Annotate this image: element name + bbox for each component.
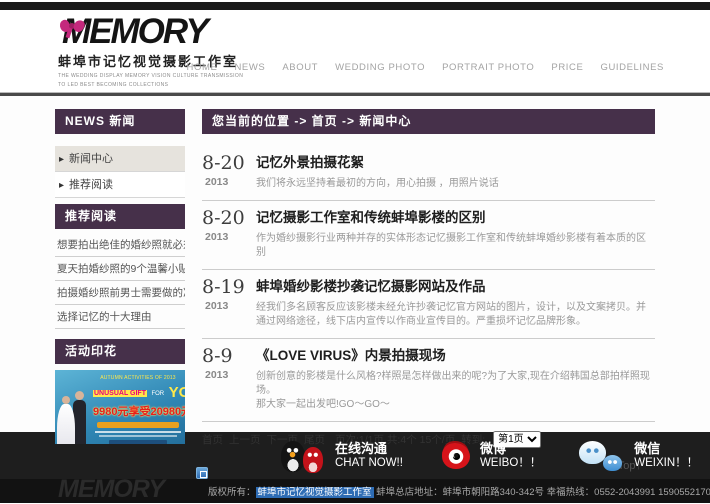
- logo-tagline-1: THE WEDDING DISPLAY MEMORY VISION CULTUR…: [58, 73, 268, 79]
- sidebar-menu-item[interactable]: 新闻中心: [55, 146, 185, 172]
- weibo-icon: [441, 439, 471, 472]
- main-nav: HOME NEWS ABOUT WEDDING PHOTO PORTRAIT PHOTO…: [187, 62, 664, 73]
- logo-tagline-2: TO LED BEST BECOMING COLLECTIONS: [58, 82, 268, 88]
- news-item[interactable]: 8-20 2013 记忆摄影工作室和传统蚌埠影楼的区别 作为婚纱摄影行业两种并存…: [202, 201, 655, 270]
- footer-copyright-bar: MEMORY 版权所有：蚌埠市记忆视觉摄影工作室 蚌埠总店地址：蚌埠市朝阳路34…: [0, 479, 710, 503]
- nav-item[interactable]: WEDDING PHOTO: [335, 62, 425, 73]
- nav-item[interactable]: HOME: [187, 62, 218, 73]
- wedding-couple-image: [57, 382, 91, 444]
- news-title[interactable]: 蚌埠婚纱影楼抄袭记忆摄影网站及作品: [256, 276, 655, 298]
- sidebar-news-header: NEWS 新闻: [55, 109, 185, 134]
- recommend-item[interactable]: 拍摄婚纱照前男士需要做的准备: [55, 281, 185, 305]
- social-block[interactable]: 微信 WEIXIN！！: [579, 439, 698, 473]
- studio-link[interactable]: 蚌埠市记忆视觉摄影工作室: [256, 487, 374, 498]
- pagination-prev[interactable]: 上一页: [229, 432, 261, 447]
- site-header: MEMORY 蚌埠市记忆视觉摄影工作室 THE WEDDING DISPLAY …: [0, 10, 710, 92]
- sidebar-recommend-header: 推荐阅读: [55, 204, 185, 229]
- promo-decor-bar: [95, 431, 181, 433]
- news-title[interactable]: 《LOVE VIRUS》内景拍摄现场: [256, 345, 655, 367]
- pagination-first[interactable]: 首页: [202, 432, 223, 447]
- nav-item[interactable]: ABOUT: [282, 62, 318, 73]
- news-description: 经我们多名顾客反应该影楼未经允许抄袭记忆官方网站的图片，设计，以及文案拷贝。并通…: [256, 301, 655, 329]
- qq-icon: [280, 438, 326, 474]
- social-block[interactable]: 在线沟通 CHAT NOW!!: [280, 438, 403, 474]
- news-date: 8-19 2013: [202, 276, 252, 329]
- promo-decor-bar: [97, 422, 179, 428]
- news-list: 8-20 2013 记忆外景拍摄花絮 我们将永远坚持着最初的方向，用心拍摄 ，用…: [202, 146, 655, 422]
- nav-item[interactable]: PRICE: [551, 62, 583, 73]
- news-item[interactable]: 8-20 2013 记忆外景拍摄花絮 我们将永远坚持着最初的方向，用心拍摄 ，用…: [202, 146, 655, 201]
- copyright-text: 版权所有：蚌埠市记忆视觉摄影工作室 蚌埠总店地址：蚌埠市朝阳路340-342号 …: [208, 484, 710, 498]
- news-item[interactable]: 8-9 2013 《LOVE VIRUS》内景拍摄现场 创新创意的影楼是什么风格…: [202, 339, 655, 422]
- sidebar: NEWS 新闻 新闻中心 推荐阅读 推荐阅读 想要拍出绝佳的婚纱照就必须知夏天拍…: [55, 109, 185, 474]
- social-label-cn: 微博: [480, 441, 541, 456]
- logo-title: MEMORY: [62, 14, 268, 50]
- promo-decor-bar: [109, 440, 167, 444]
- sidebar-menu-item[interactable]: 推荐阅读: [55, 172, 185, 198]
- nav-item[interactable]: NEWS: [234, 62, 265, 73]
- news-description: 创新创意的影楼是什么风格?样照是怎样做出来的呢?为了大家,现在介绍韩国总部拍样照…: [256, 370, 655, 412]
- promo-decor-bar: [99, 435, 177, 437]
- breadcrumb: 您当前的位置 -> 首页 -> 新闻中心: [202, 109, 655, 134]
- recommend-item[interactable]: 想要拍出绝佳的婚纱照就必须知: [55, 233, 185, 257]
- site-logo[interactable]: MEMORY 蚌埠市记忆视觉摄影工作室 THE WEDDING DISPLAY …: [58, 14, 268, 88]
- social-label-cn: 微信: [634, 441, 698, 456]
- news-item[interactable]: 8-19 2013 蚌埠婚纱影楼抄袭记忆摄影网站及作品 经我们多名顾客反应该影楼…: [202, 270, 655, 339]
- news-date: 8-20 2013: [202, 152, 252, 191]
- social-label-en: CHAT NOW!!: [335, 456, 403, 470]
- footer-watermark-logo: MEMORY: [58, 475, 164, 504]
- sidebar-menu-label: 新闻中心: [69, 153, 113, 165]
- main-content: 您当前的位置 -> 首页 -> 新闻中心 8-20 2013 记忆外景拍摄花絮 …: [202, 109, 655, 474]
- social-label-en: WEIXIN！！: [634, 456, 698, 470]
- nav-item[interactable]: GUIDELINES: [600, 62, 664, 73]
- news-description: 作为婚纱摄影行业两种并存的实体形态记忆摄影工作室和传统蚌埠婚纱影楼有着本质的区别: [256, 232, 655, 260]
- bow-icon: [60, 16, 84, 38]
- news-title[interactable]: 记忆摄影工作室和传统蚌埠影楼的区别: [256, 207, 655, 229]
- sidebar-promo-header: 活动印花: [55, 339, 185, 364]
- recommend-item[interactable]: 选择记忆的十大理由: [55, 305, 185, 329]
- news-date: 8-9 2013: [202, 345, 252, 412]
- triangle-icon: [59, 153, 69, 165]
- sidebar-menu: 新闻中心 推荐阅读: [55, 146, 185, 198]
- news-title[interactable]: 记忆外景拍摄花絮: [256, 152, 655, 174]
- promo-line-1: AUTUMN ACTIVITIES OF 2013: [93, 375, 183, 381]
- social-label-cn: 在线沟通: [335, 441, 403, 456]
- sidebar-menu-label: 推荐阅读: [69, 179, 113, 191]
- share-icon[interactable]: [196, 467, 208, 479]
- recommend-item[interactable]: 夏天拍婚纱照的9个温馨小贴士: [55, 257, 185, 281]
- promo-price-line: 9980元享受20980元: [93, 403, 183, 419]
- top-black-bar: [0, 2, 710, 10]
- weixin-icon: [579, 439, 625, 473]
- news-date: 8-20 2013: [202, 207, 252, 260]
- recommend-list: 想要拍出绝佳的婚纱照就必须知夏天拍婚纱照的9个温馨小贴士拍摄婚纱照前男士需要做的…: [55, 233, 185, 329]
- triangle-icon: [59, 179, 69, 191]
- news-description: 我们将永远坚持着最初的方向，用心拍摄 ，用照片说话: [256, 177, 655, 191]
- promo-line-2: UNUSUAL GIFT FOR YOU: [93, 382, 183, 401]
- nav-item[interactable]: PORTRAIT PHOTO: [442, 62, 534, 73]
- social-block[interactable]: 微博 WEIBO！！: [441, 439, 541, 472]
- promo-banner[interactable]: AUTUMN ACTIVITIES OF 2013 UNUSUAL GIFT F…: [55, 370, 185, 444]
- social-label-en: WEIBO！！: [480, 456, 541, 470]
